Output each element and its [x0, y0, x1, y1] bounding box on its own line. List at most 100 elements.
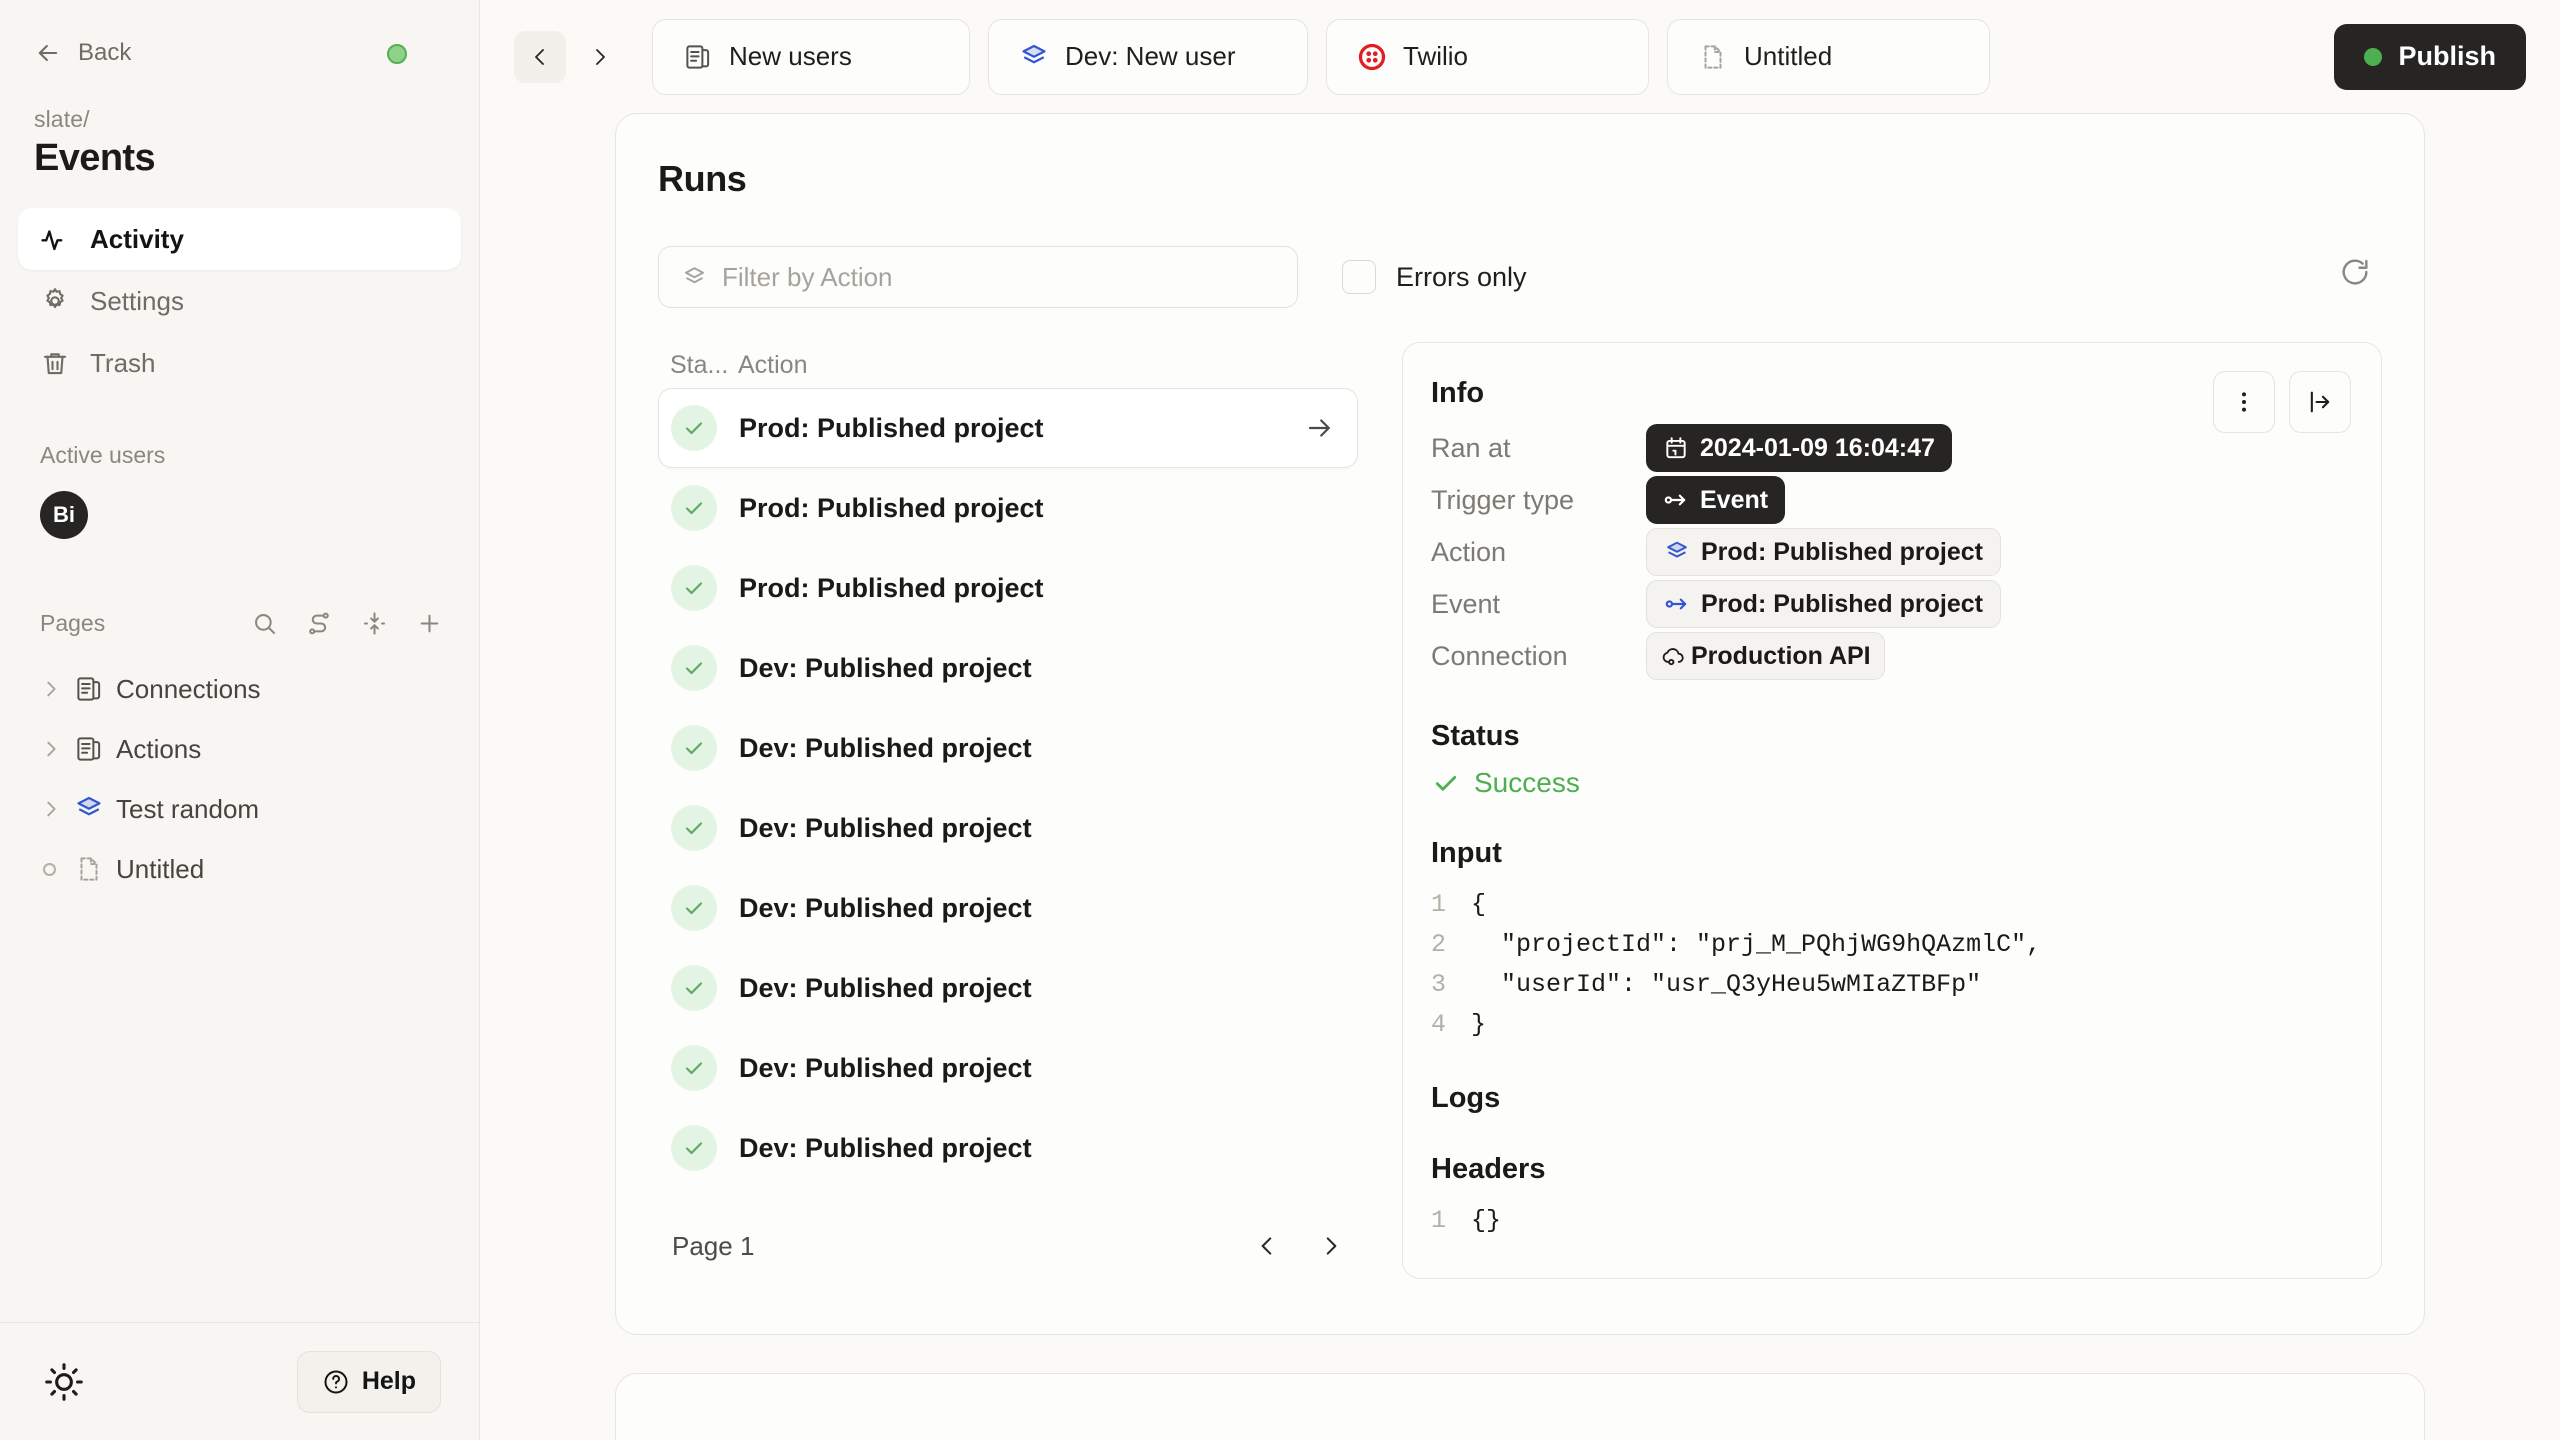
- tab-label: New users: [729, 41, 852, 71]
- tab-twilio[interactable]: Twilio: [1326, 18, 1649, 95]
- sidebar-item-trash[interactable]: Trash: [18, 332, 461, 394]
- input-code-block: 1 { 2 "projectId": "prj_M_PQhjWG9hQAzmlC…: [1431, 884, 2343, 1044]
- action-chip[interactable]: Prod: Published project: [1646, 528, 2001, 576]
- headers-section: Headers 1 {}: [1431, 1153, 2343, 1240]
- arrow-left-icon: [38, 44, 58, 62]
- refresh-button[interactable]: [2338, 255, 2382, 299]
- run-action-label: Dev: Published project: [739, 972, 1032, 1003]
- run-action-label: Dev: Published project: [739, 812, 1032, 843]
- filter-by-action-input[interactable]: Filter by Action: [658, 246, 1298, 308]
- check-icon: [685, 902, 703, 915]
- open-run-arrow-icon[interactable]: [1305, 413, 1335, 443]
- back-button[interactable]: Back: [34, 39, 131, 67]
- nav-forward-button[interactable]: [574, 31, 626, 83]
- back-row: Back: [34, 30, 445, 76]
- pages-header: Pages: [0, 603, 479, 643]
- info-key: Ran at: [1431, 432, 1511, 463]
- table-row[interactable]: Dev: Published project: [658, 868, 1358, 948]
- runs-title: Runs: [658, 158, 747, 199]
- next-page-button[interactable]: [1318, 1233, 1344, 1259]
- chevron-right-icon[interactable]: [40, 678, 74, 700]
- table-row[interactable]: Prod: Published project: [658, 468, 1358, 548]
- event-icon: [1664, 494, 1686, 506]
- prev-page-button[interactable]: [1254, 1233, 1280, 1259]
- table-row[interactable]: Dev: Published project: [658, 1028, 1358, 1108]
- publish-button[interactable]: Publish: [2334, 23, 2526, 90]
- layers-icon: [1022, 44, 1046, 63]
- chevron-right-icon[interactable]: [40, 738, 74, 760]
- topbar: New users Dev: New user Twilio Untitled: [480, 0, 2560, 113]
- runs-card: Runs Filter by Action Errors only Sta...…: [615, 113, 2425, 1335]
- main-area: New users Dev: New user Twilio Untitled: [480, 0, 2560, 1440]
- connection-chip[interactable]: Production API: [1646, 632, 1885, 680]
- sidebar-item-activity[interactable]: Activity: [18, 208, 461, 270]
- line-text: "projectId": "prj_M_PQhjWG9hQAzmlC",: [1471, 929, 2042, 959]
- check-icon: [685, 742, 703, 755]
- table-row[interactable]: Prod: Published project: [658, 388, 1358, 468]
- search-icon[interactable]: [251, 610, 278, 637]
- table-row[interactable]: Dev: Published project: [658, 788, 1358, 868]
- twilio-icon: [1358, 43, 1386, 70]
- help-button[interactable]: Help: [296, 1350, 441, 1413]
- tree-item-untitled[interactable]: Untitled: [18, 839, 461, 899]
- info-row-ran-at: Ran at 2024-01-09 16:04:47: [1431, 422, 2343, 474]
- tab-label: Twilio: [1403, 41, 1469, 71]
- tree-item-test-random[interactable]: Test random: [18, 779, 461, 839]
- tab-new-users[interactable]: New users: [652, 18, 970, 95]
- check-icon: [1435, 776, 1457, 791]
- code-line: 4 }: [1431, 1004, 2343, 1044]
- ran-at-chip[interactable]: 2024-01-09 16:04:47: [1646, 424, 1952, 472]
- active-users-label: Active users: [40, 442, 166, 468]
- more-options-button[interactable]: [2213, 371, 2275, 433]
- tab-dev-new-user[interactable]: Dev: New user: [988, 18, 1308, 95]
- tree-item-actions[interactable]: Actions: [18, 719, 461, 779]
- status-badge: [671, 805, 739, 851]
- line-number: 3: [1431, 969, 1447, 999]
- trigger-type-chip[interactable]: Event: [1646, 476, 1786, 524]
- status-badge: [671, 885, 739, 931]
- check-icon: [685, 1062, 703, 1075]
- logs-title: Logs: [1431, 1082, 1501, 1114]
- avatar[interactable]: Bi: [40, 491, 88, 539]
- event-chip[interactable]: Prod: Published project: [1646, 580, 2001, 628]
- table-row[interactable]: Dev: Published project: [658, 1108, 1358, 1188]
- errors-only-toggle[interactable]: Errors only: [1342, 260, 1527, 294]
- errors-only-checkbox[interactable]: [1342, 260, 1376, 294]
- info-key: Event: [1431, 588, 1501, 619]
- run-info-panel: Info Ran at 2024-01-09 16:04:47 Trigger …: [1402, 342, 2382, 1279]
- tab-label: Untitled: [1744, 41, 1833, 71]
- table-row[interactable]: Dev: Published project: [658, 628, 1358, 708]
- chevron-right-icon: [596, 48, 605, 65]
- chevron-right-icon[interactable]: [40, 798, 74, 820]
- tree-item-connections[interactable]: Connections: [18, 659, 461, 719]
- line-text: "userId": "usr_Q3yHeu5wMIaZTBFp": [1471, 969, 1982, 999]
- runs-table-header: Sta... Action: [658, 342, 1358, 388]
- line-number: 4: [1431, 1009, 1447, 1039]
- tree-item-label: Connections: [116, 673, 261, 704]
- sidebar-item-settings[interactable]: Settings: [18, 270, 461, 332]
- tab-untitled[interactable]: Untitled: [1667, 18, 1990, 95]
- plus-icon[interactable]: [416, 610, 443, 637]
- line-number: 1: [1431, 1205, 1447, 1235]
- table-row[interactable]: Dev: Published project: [658, 708, 1358, 788]
- sidebar-item-label: Activity: [90, 223, 184, 254]
- panel-expand-icon: [2310, 391, 2330, 413]
- info-fields: Ran at 2024-01-09 16:04:47 Trigger type: [1431, 422, 2343, 682]
- info-value: Prod: Published project: [1701, 589, 1983, 618]
- flow-icon[interactable]: [306, 610, 333, 637]
- file-dashed-icon: [74, 854, 116, 884]
- check-icon: [685, 422, 703, 435]
- expand-panel-button[interactable]: [2289, 371, 2351, 433]
- table-row[interactable]: Dev: Published project: [658, 948, 1358, 1028]
- collapse-icon[interactable]: [361, 610, 388, 637]
- sidebar: Back slate/ Events Activity Settings Tra…: [0, 0, 480, 1440]
- table-row[interactable]: Prod: Published project: [658, 548, 1358, 628]
- sun-icon[interactable]: [42, 1360, 86, 1404]
- status-section: Status Success: [1431, 720, 2343, 799]
- info-row-connection: Connection Production API: [1431, 630, 2343, 682]
- sidebar-item-label: Trash: [90, 347, 156, 378]
- runs-list-column: Sta... Action Prod: Published project Pr…: [658, 342, 1358, 1292]
- pages-toolbar: [251, 610, 443, 637]
- tree-item-label: Untitled: [116, 853, 205, 884]
- nav-back-button[interactable]: [514, 30, 566, 83]
